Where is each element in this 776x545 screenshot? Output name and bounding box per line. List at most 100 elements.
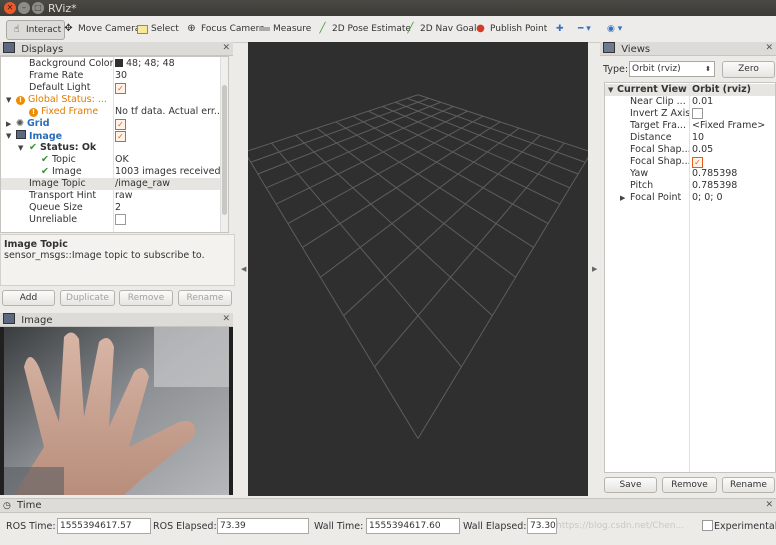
select-tool-button[interactable]: Select	[137, 20, 179, 38]
tree-row[interactable]: ✔ Topic OK	[1, 154, 228, 166]
grid-line	[368, 110, 561, 205]
property-value: 0; 0; 0	[692, 192, 723, 203]
measure-tool-button[interactable]: Measure	[259, 20, 311, 38]
close-icon[interactable]: ✕	[765, 42, 773, 55]
right-splitter-handle-icon[interactable]: ▶	[592, 265, 597, 273]
grid-line	[335, 121, 534, 248]
close-icon[interactable]: ✕	[765, 499, 773, 512]
expand-arrow-icon[interactable]: ▼	[608, 84, 613, 96]
image-panel-title: Image	[21, 315, 53, 326]
save-view-button[interactable]: Save	[604, 477, 657, 493]
remove-view-button[interactable]: Remove	[662, 477, 717, 493]
tree-row[interactable]: Transport Hint raw	[1, 190, 228, 202]
interact-tool-button[interactable]: ☝ Interact	[6, 20, 66, 40]
experimental-checkbox[interactable]	[702, 520, 713, 531]
tree-row[interactable]: ▶ ✺ Grid ✓	[1, 118, 228, 130]
3d-viewport[interactable]	[244, 42, 592, 496]
interact-label: Interact	[26, 25, 62, 35]
move-camera-tool-button[interactable]: ✥ Move Camera	[62, 20, 140, 38]
tree-row[interactable]: Background Color 48; 48; 48	[1, 58, 228, 70]
grid-render	[244, 94, 592, 439]
tree-row[interactable]: Default Light ✓	[1, 82, 228, 94]
property-name: Near Clip ...	[630, 96, 686, 107]
tree-row-selected[interactable]: Image Topic /image_raw	[1, 178, 228, 190]
property-value: 1003 images received	[115, 166, 221, 177]
scrollbar[interactable]	[220, 57, 228, 232]
minimize-window-icon[interactable]: –	[18, 2, 30, 14]
tree-row[interactable]: Pitch 0.785398	[605, 180, 775, 192]
grid-line	[406, 97, 586, 163]
property-value: 0.01	[692, 96, 714, 107]
experimental-label: Experimental	[714, 521, 776, 532]
image-display-icon	[16, 130, 26, 139]
title-bar: ✕ – □ RViz*	[0, 0, 776, 16]
left-splitter-handle-icon[interactable]: ◀	[241, 265, 246, 273]
rename-display-button[interactable]: Rename	[178, 290, 232, 306]
add-tool-icon[interactable]: ✚	[556, 20, 564, 38]
remove-tool-icon[interactable]: ━ ▾	[578, 20, 591, 38]
grid-line	[287, 115, 484, 225]
add-display-button[interactable]: Add	[2, 290, 55, 306]
tree-row[interactable]: ! Fixed Frame No tf data. Actual err...	[1, 106, 228, 118]
wall-elapsed-field[interactable]: 73.30	[527, 518, 557, 534]
property-value: 0.785398	[692, 168, 738, 179]
tree-row[interactable]: ▼ ✔ Status: Ok	[1, 142, 228, 154]
scroll-thumb[interactable]	[222, 85, 227, 215]
grid-line	[417, 151, 592, 439]
warning-icon: !	[16, 96, 25, 105]
ros-time-field[interactable]: 1555394617.57	[57, 518, 151, 534]
tree-row[interactable]: ▼ ! Global Status: ...	[1, 94, 228, 106]
displays-tree[interactable]: Background Color 48; 48; 48 Frame Rate 3…	[0, 56, 229, 233]
collapse-arrow-icon[interactable]: ▶	[6, 118, 11, 130]
description-title: Image Topic	[4, 239, 68, 250]
zero-button[interactable]: Zero	[722, 61, 775, 78]
tree-row[interactable]: Yaw 0.785398	[605, 168, 775, 180]
focus-camera-tool-button[interactable]: ⊕ Focus Camera	[185, 20, 265, 38]
duplicate-display-button[interactable]: Duplicate	[60, 290, 115, 306]
checkbox[interactable]	[115, 214, 126, 225]
nav-goal-tool-button[interactable]: ╱ 2D Nav Goal	[404, 20, 476, 38]
ros-elapsed-field[interactable]: 73.39	[217, 518, 309, 534]
current-view-row[interactable]: ▼ Current View Orbit (rviz)	[605, 84, 775, 96]
tree-row[interactable]: Distance 10	[605, 132, 775, 144]
close-window-icon[interactable]: ✕	[4, 2, 16, 14]
maximize-window-icon[interactable]: □	[32, 2, 44, 14]
tree-row[interactable]: ▼ Image ✓	[1, 130, 228, 142]
checkbox[interactable]: ✓	[115, 83, 126, 94]
tree-row[interactable]: Unreliable	[1, 214, 228, 226]
tree-row[interactable]: ✔ Image 1003 images received	[1, 166, 228, 178]
publish-point-tool-button[interactable]: ● Publish Point	[474, 20, 547, 38]
property-name: Background Color	[29, 58, 114, 69]
close-icon[interactable]: ✕	[222, 313, 230, 326]
tree-row[interactable]: ▶ Focal Point 0; 0; 0	[605, 192, 775, 204]
views-property-tree[interactable]: ▼ Current View Orbit (rviz) Near Clip ..…	[604, 82, 776, 473]
monitor-icon	[3, 42, 15, 53]
checkbox[interactable]	[692, 108, 703, 119]
pose-estimate-tool-button[interactable]: ╱ 2D Pose Estimate	[316, 20, 411, 38]
tree-row[interactable]: Target Fra... <Fixed Frame>	[605, 120, 775, 132]
tree-row[interactable]: Near Clip ... 0.01	[605, 96, 775, 108]
expand-arrow-icon[interactable]: ▼	[6, 130, 11, 142]
property-name: Image	[51, 166, 82, 177]
checkbox[interactable]: ✓	[115, 119, 126, 130]
checkbox[interactable]: ✓	[115, 131, 126, 142]
checkbox[interactable]: ✓	[692, 157, 703, 168]
expand-arrow-icon[interactable]: ▼	[18, 142, 23, 154]
wall-time-field[interactable]: 1555394617.60	[366, 518, 460, 534]
tree-row[interactable]: Focal Shap... ✓	[605, 156, 775, 168]
tree-row[interactable]: Frame Rate 30	[1, 70, 228, 82]
expand-arrow-icon[interactable]: ▼	[6, 94, 11, 106]
grid-line	[250, 97, 430, 163]
view-type-select[interactable]: Orbit (rviz) ⬍	[629, 61, 715, 77]
property-name: Focal Shap...	[630, 144, 691, 155]
tree-row[interactable]: Invert Z Axis	[605, 108, 775, 120]
collapse-arrow-icon[interactable]: ▶	[620, 192, 625, 204]
remove-display-button[interactable]: Remove	[119, 290, 173, 306]
tree-row[interactable]: Queue Size 2	[1, 202, 228, 214]
eye-menu-icon[interactable]: ◉ ▾	[607, 20, 622, 38]
property-description: Image Topic sensor_msgs::Image topic to …	[0, 234, 235, 286]
close-icon[interactable]: ✕	[222, 42, 230, 55]
rename-view-button[interactable]: Rename	[722, 477, 775, 493]
tree-row[interactable]: Focal Shap... 0.05	[605, 144, 775, 156]
property-value[interactable]: /image_raw	[115, 178, 170, 190]
